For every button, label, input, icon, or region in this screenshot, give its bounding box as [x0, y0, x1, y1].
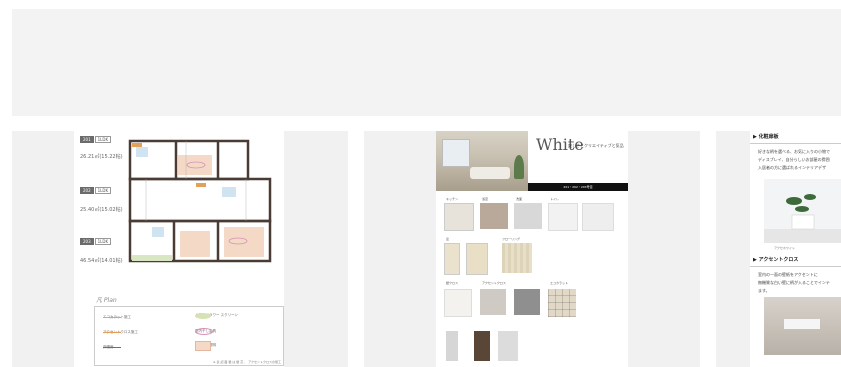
- unit-label-203: 203 1LDK: [80, 238, 112, 245]
- section-label: 洗面: [516, 197, 523, 201]
- wall-cloth-swatch: [444, 289, 472, 317]
- paragraph-line: 室内の一面の壁紙をアクセントに: [758, 272, 818, 277]
- gallery-card-materials[interactable]: White 爽しさとクリエイティブと気品 201・202・203号室 キッチン …: [364, 131, 700, 367]
- materials-sheet: White 爽しさとクリエイティブと気品 201・202・203号室 キッチン …: [436, 131, 628, 367]
- section-label: 浴室: [482, 197, 489, 201]
- accent-cloth-swatch: [514, 289, 540, 315]
- sofa: [470, 167, 510, 179]
- legend-item: デザイン照明: [195, 340, 216, 351]
- sample-photo: [764, 179, 841, 243]
- paragraph-line: ディスプレイ、自分らしいお部屋の雰囲: [758, 157, 830, 162]
- concept-panel: White 爽しさとクリエイティブと気品: [528, 131, 628, 181]
- divider: [750, 266, 841, 267]
- room-numbers-bar: 201・202・203号室: [528, 183, 628, 191]
- legend-swatch: [103, 346, 121, 349]
- flooring-swatch: [502, 243, 532, 273]
- unit-type: 1LDK: [94, 238, 112, 245]
- plant-illustration: [764, 194, 841, 243]
- banner-placeholder: [12, 9, 841, 116]
- unit-number: 203: [80, 238, 94, 245]
- toilet-swatch: [548, 203, 578, 231]
- section-label: 壁クロス: [446, 281, 459, 285]
- section-label: エコカラット: [550, 281, 569, 285]
- unit-area: 25.40㎡(15.02帖): [80, 207, 123, 213]
- legend-swatch: [103, 331, 121, 334]
- floor-plan-sheet: 201 1LDK 26.21㎡(15.22帖) 202 1LDK 25.40㎡(…: [74, 131, 284, 367]
- unit-area: 26.21㎡(15.22帖): [80, 154, 123, 160]
- paragraph-line: ます。: [758, 288, 770, 293]
- fixture-swatch: [582, 203, 614, 231]
- door-swatch: [466, 243, 488, 275]
- text-sheet: ▶ 化粧扉板 好きな柄を選べる、お気に入りの小物で ディスプレイ、自分らしいお部…: [750, 131, 841, 367]
- gallery-card-text[interactable]: ▶ 化粧扉板 好きな柄を選べる、お気に入りの小物で ディスプレイ、自分らしいお部…: [716, 131, 841, 367]
- concept-subtitle: 爽しさとクリエイティブと気品: [568, 143, 624, 148]
- section-heading: ▶ アクセントクロス: [753, 257, 799, 263]
- legend-swatch: [195, 340, 211, 351]
- washbasin: [784, 319, 820, 329]
- section-label: 扉: [446, 237, 450, 241]
- sample-photo: [764, 297, 841, 355]
- legend-swatch: [195, 312, 211, 319]
- floor-plan-drawing: [126, 135, 272, 267]
- unit-label-201: 201 1LDK: [80, 136, 112, 143]
- ecocarat-swatch: [548, 289, 576, 317]
- plant: [514, 155, 524, 179]
- legend-item: 床暖房: [103, 345, 121, 350]
- unit-number: 201: [80, 136, 94, 143]
- legend-item: エコカラット施工: [103, 315, 131, 320]
- unit-type: 1LDK: [94, 136, 112, 143]
- legend-item: 室内干し金具: [195, 328, 216, 335]
- photo-thumb: [474, 331, 490, 361]
- image-gallery: 201 1LDK 26.21㎡(15.22帖) 202 1LDK 25.40㎡(…: [0, 131, 841, 367]
- section-label: キッチン: [446, 197, 459, 201]
- paragraph-line: 入居者の方に選ばれるインテリアデザ: [758, 165, 826, 170]
- section-heading: ▶ 化粧扉板: [753, 134, 779, 140]
- legend-item: アクセントクロス施工: [103, 330, 138, 335]
- unit-area: 46.54㎡(14.01帖): [80, 258, 123, 264]
- door-swatch: [444, 243, 460, 275]
- interior-photo: [436, 131, 528, 191]
- photo-thumb: [498, 331, 518, 361]
- legend-swatch: [103, 316, 121, 319]
- photo-caption: アクセホワイト: [774, 246, 795, 250]
- photo-thumb: [446, 331, 458, 361]
- divider: [750, 143, 841, 144]
- legend-title: 凡 Plan: [96, 297, 117, 304]
- paragraph-line: 好きな柄を選べる、お気に入りの小物で: [758, 149, 830, 154]
- paragraph-line: 無機質な白い壁に柄が入ることでインテ: [758, 280, 830, 285]
- unit-type: 1LDK: [94, 187, 112, 194]
- window: [442, 139, 470, 167]
- unit-label-202: 202 1LDK: [80, 187, 112, 194]
- washroom-swatch: [514, 203, 542, 229]
- gallery-card-floor-plan[interactable]: 201 1LDK 26.21㎡(15.22帖) 202 1LDK 25.40㎡(…: [12, 131, 348, 367]
- legend-item: ドライフラワー スクリーン: [195, 312, 238, 319]
- section-label: アクセントクロス: [482, 281, 506, 285]
- legend-footnote: ※ 表 記 面 積 は 壁 芯 、 アクセントクロスの施工: [213, 360, 281, 364]
- section-label: フローリング: [502, 237, 521, 241]
- section-label: トイレ: [550, 197, 560, 201]
- kitchen-swatch: [444, 203, 474, 231]
- accent-cloth-swatch: [480, 289, 506, 315]
- legend-swatch: [195, 328, 213, 335]
- bath-swatch: [480, 203, 508, 229]
- unit-number: 202: [80, 187, 94, 194]
- plan-legend: エコカラット施工 ドライフラワー スクリーン アクセントクロス施工 室内干し金具…: [94, 306, 284, 366]
